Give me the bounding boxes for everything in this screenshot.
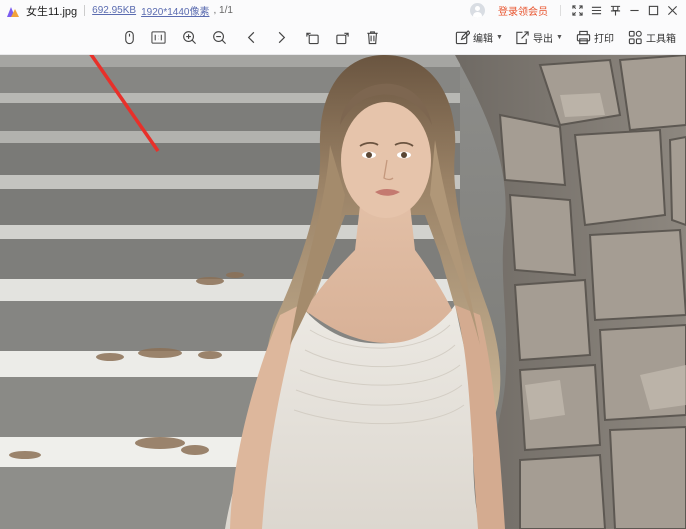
zoom-out-icon [213, 31, 226, 44]
toolbar: 编辑 ▼ 导出 ▼ 打印 工具箱 [0, 21, 686, 55]
actual-size-button[interactable] [151, 29, 166, 46]
toolbox-button[interactable]: 工具箱 [628, 29, 676, 46]
file-name: 女生11.jpg [26, 5, 78, 18]
previous-button[interactable] [244, 29, 259, 46]
menu-icon [591, 6, 601, 15]
zoom-in-icon [183, 31, 196, 44]
print-button[interactable]: 打印 [576, 29, 614, 46]
toolbox-label: 工具箱 [646, 34, 676, 45]
rotate-right-button[interactable] [335, 29, 350, 46]
page-index: , 1/1 [213, 5, 233, 16]
chevron-left-icon [247, 31, 255, 44]
rotate-left-icon [306, 32, 319, 45]
image-dimensions[interactable]: 1920*1440像素 [141, 3, 209, 18]
zoom-out-button[interactable] [212, 29, 227, 46]
title-divider [84, 5, 86, 16]
close-button[interactable] [664, 0, 680, 21]
minimize-icon [629, 9, 639, 12]
minimize-button[interactable] [626, 0, 642, 21]
fullscreen-icon [571, 5, 583, 16]
chevron-down-icon: ▼ [496, 34, 503, 41]
login-member-link[interactable]: 登录领会员 [498, 3, 548, 18]
title-bar: 女生11.jpg 692.95KB 1920*1440像素 , 1/1 登录领会… [0, 0, 686, 21]
export-button[interactable]: 导出 ▼ [515, 29, 563, 46]
title-right-divider [560, 5, 561, 16]
close-icon [667, 5, 677, 16]
app-logo-icon [7, 6, 19, 17]
maximize-icon [648, 5, 658, 16]
rotate-right-icon [336, 32, 349, 45]
printer-icon [576, 30, 591, 45]
pin-button[interactable] [607, 0, 623, 21]
print-label: 打印 [594, 34, 614, 45]
export-icon [516, 31, 529, 45]
toolbox-icon [628, 30, 642, 45]
edit-icon [455, 30, 470, 45]
next-button[interactable] [274, 29, 289, 46]
mouse-icon [125, 30, 134, 45]
menu-button[interactable] [588, 0, 604, 21]
edit-label: 编辑 [473, 34, 493, 45]
image-viewport[interactable] [0, 55, 686, 529]
file-size[interactable]: 692.95KB [92, 5, 136, 16]
zoom-in-button[interactable] [182, 29, 197, 46]
chevron-right-icon [278, 31, 286, 44]
rotate-left-button[interactable] [305, 29, 320, 46]
fullscreen-button[interactable] [569, 0, 585, 21]
title-bar-right: 登录领会员 [470, 0, 686, 21]
chevron-down-icon: ▼ [556, 34, 563, 41]
export-label: 导出 [533, 34, 553, 45]
avatar[interactable] [470, 3, 485, 18]
trash-icon [367, 31, 378, 45]
actual-size-icon [151, 31, 166, 44]
pin-icon [610, 5, 620, 16]
delete-button[interactable] [365, 29, 380, 46]
photo-image [0, 55, 686, 529]
maximize-button[interactable] [645, 0, 661, 21]
mouse-mode-button[interactable] [122, 29, 137, 46]
edit-button[interactable]: 编辑 ▼ [455, 29, 503, 46]
